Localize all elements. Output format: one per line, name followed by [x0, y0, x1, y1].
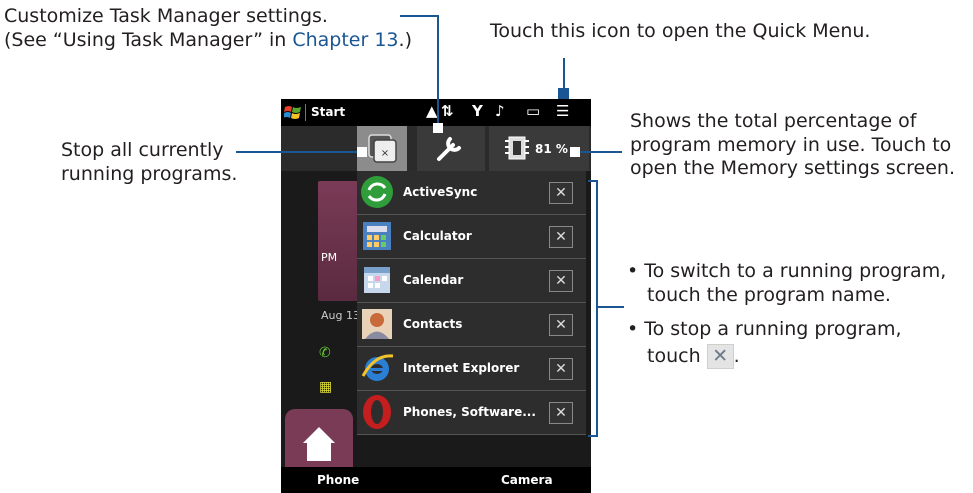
- program-item[interactable]: ActiveSync ✕: [357, 171, 586, 215]
- program-name[interactable]: Internet Explorer: [403, 361, 519, 375]
- start-label[interactable]: Start: [311, 105, 345, 119]
- settings-annotation-line2: (See “Using Task Manager” in Chapter 13.…: [4, 28, 412, 51]
- task-manager-settings-button[interactable]: [417, 126, 485, 171]
- clock-pm: PM: [321, 251, 338, 264]
- activesync-icon: [361, 176, 393, 208]
- battery-icon: ▭: [526, 102, 541, 120]
- title-bar: Start ▲ ⇅ Y ♪ ▭ ☰: [281, 99, 591, 126]
- close-program-button[interactable]: ✕: [549, 226, 573, 248]
- home-date: Aug 13: [321, 309, 360, 322]
- antenna-icon: Y: [472, 102, 483, 120]
- internet-explorer-icon: [361, 354, 394, 381]
- callout-bracket-pointer: [596, 306, 624, 308]
- program-name[interactable]: Phones, Software...: [403, 405, 536, 419]
- program-name[interactable]: Calendar: [403, 273, 463, 287]
- appointment-icon: ▦: [319, 379, 333, 395]
- data-connection-icon: ⇅: [441, 102, 454, 120]
- missed-call-icon: ✆: [319, 345, 331, 361]
- settings-annotation-line1: Customize Task Manager settings.: [4, 5, 328, 27]
- program-item[interactable]: Calendar ✕: [357, 259, 586, 303]
- callout-line-settings-h: [400, 15, 439, 17]
- bullet-stop: • To stop a running program, touch ✕.: [627, 318, 902, 369]
- signal-icon: ▲: [426, 102, 438, 120]
- settings-annotation: Customize Task Manager settings. (See “U…: [4, 5, 412, 52]
- camera-softkey[interactable]: Camera: [501, 473, 553, 487]
- home-icon: [303, 427, 335, 461]
- contacts-icon: [362, 309, 392, 339]
- running-programs-list: ActiveSync ✕ Calculator ✕ Calendar ✕ Con…: [357, 171, 586, 435]
- phone-softkey[interactable]: Phone: [317, 473, 359, 487]
- callout-bracket-bottom: [588, 435, 598, 437]
- quick-menu-icon[interactable]: ☰: [556, 102, 569, 120]
- stop-all-annotation: Stop all currently running programs.: [61, 139, 238, 185]
- bullet-switch: • To switch to a running program, touch t…: [627, 260, 947, 306]
- program-item[interactable]: Calculator ✕: [357, 215, 586, 259]
- callout-dot-quickmenu: [558, 88, 569, 99]
- chapter-link[interactable]: Chapter 13: [292, 29, 398, 51]
- bottom-softkey-bar: Phone Camera: [281, 467, 591, 493]
- memory-percent[interactable]: 81 %: [535, 142, 568, 156]
- close-program-button[interactable]: ✕: [549, 270, 573, 292]
- close-program-button[interactable]: ✕: [549, 358, 573, 380]
- callout-dot-settings: [433, 123, 443, 133]
- program-item[interactable]: Contacts ✕: [357, 303, 586, 347]
- callout-line-stopall: [236, 151, 364, 153]
- svg-text:×: ×: [381, 148, 389, 159]
- callout-dot-stopall: [357, 147, 367, 157]
- program-name[interactable]: Contacts: [403, 317, 462, 331]
- calculator-icon: [363, 222, 391, 250]
- close-sample-icon: ✕: [706, 343, 734, 369]
- windows-start-icon[interactable]: [284, 104, 302, 121]
- program-item[interactable]: Phones, Software... ✕: [357, 391, 586, 435]
- close-program-button[interactable]: ✕: [549, 402, 573, 424]
- phone-screen: Start ▲ ⇅ Y ♪ ▭ ☰ PM Aug 13 ✆ ▦ × 81 % A…: [281, 99, 591, 493]
- quick-menu-annotation: Touch this icon to open the Quick Menu.: [490, 20, 871, 42]
- program-item[interactable]: Internet Explorer ✕: [357, 347, 586, 391]
- program-name[interactable]: ActiveSync: [403, 185, 477, 199]
- clock-tile: [318, 181, 358, 301]
- callout-line-settings-v: [437, 15, 439, 125]
- opera-icon: [363, 395, 391, 429]
- close-program-button[interactable]: ✕: [549, 314, 573, 336]
- memory-annotation: Shows the total percentage of program me…: [630, 110, 955, 179]
- volume-icon: ♪: [495, 102, 505, 120]
- memory-chip-icon: [505, 136, 529, 160]
- home-tab[interactable]: [285, 409, 353, 467]
- callout-bracket-vertical: [596, 180, 598, 437]
- program-name[interactable]: Calculator: [403, 229, 472, 243]
- wrench-icon: [437, 137, 461, 161]
- calendar-icon: [364, 267, 390, 293]
- close-program-button[interactable]: ✕: [549, 182, 573, 204]
- callout-dot-memory: [570, 147, 580, 157]
